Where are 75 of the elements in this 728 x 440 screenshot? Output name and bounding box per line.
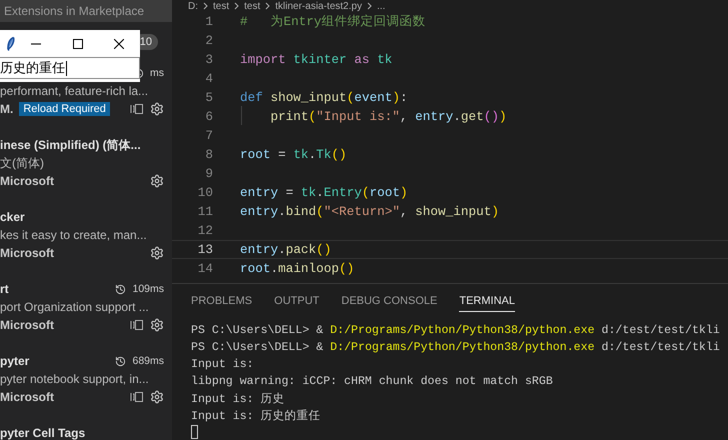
code-line: # 为Entry组件绑定回调函数	[240, 13, 426, 30]
extension-description: port Organization support ...	[0, 300, 149, 314]
terminal-line: PS C:\Users\DELL> & D:/Programs/Python/Python38/python.exe d:/test/test/tkli	[191, 341, 720, 354]
panel-tab[interactable]: OUTPUT	[274, 290, 320, 312]
line-number: 3	[204, 52, 213, 67]
line-number: 10	[196, 185, 213, 200]
breadcrumb-item[interactable]: D:	[188, 0, 198, 12]
feather-icon	[6, 36, 16, 52]
extension-title: pyter Cell Tags	[0, 426, 86, 440]
breadcrumb-item[interactable]: ...	[376, 0, 386, 12]
code-line: entry.bind("<Return>", show_input)	[240, 204, 499, 219]
code-line: print("Input is:", entry.get())	[240, 109, 507, 124]
breadcrumb-item[interactable]: test	[213, 0, 230, 12]
reload-badge[interactable]: Reload Required	[19, 102, 110, 116]
split-window-icon[interactable]	[130, 391, 144, 403]
publisher-name: Microsoft	[0, 174, 54, 188]
publisher-name: M.	[0, 102, 14, 116]
line-number: 1	[204, 14, 213, 29]
terminal-line: libpng warning: iCCP: cHRM chunk does not match sRGB	[191, 375, 553, 388]
chevron-icon	[203, 2, 208, 10]
breadcrumb-item[interactable]: tkliner-asia-test2.py	[275, 0, 362, 12]
terminal-cursor	[191, 425, 198, 439]
panel-tab[interactable]: PROBLEMS	[191, 290, 252, 312]
line-number: 13	[196, 242, 213, 257]
publisher-name: Microsoft	[0, 390, 54, 404]
activation-time: 689ms	[132, 355, 164, 367]
code-line: root.mainloop()	[240, 261, 354, 276]
line-number: 12	[196, 223, 213, 238]
activation-time: ms	[150, 67, 164, 79]
line-number: 9	[204, 166, 213, 181]
terminal-line: Input is: 历史的重任	[191, 408, 321, 423]
publisher-name: Microsoft	[0, 246, 54, 260]
code-line: def show_input(event):	[240, 90, 408, 105]
breadcrumb-item[interactable]: test	[244, 0, 260, 12]
publisher-name: Microsoft	[0, 318, 54, 332]
chevron-icon	[234, 2, 240, 10]
split-window-icon[interactable]	[130, 319, 144, 331]
history-icon	[115, 356, 126, 366]
line-number: 8	[204, 147, 213, 162]
line-number: 4	[204, 71, 213, 86]
settings-icon[interactable]	[150, 390, 164, 404]
extension-description: pyter notebook support, in...	[0, 372, 149, 386]
entry-field[interactable]: 历史的重任	[0, 57, 140, 79]
activation-time: 109ms	[132, 283, 164, 295]
extension-description: performant, feature-rich la...	[0, 84, 148, 98]
line-number: 11	[196, 204, 213, 219]
history-icon	[115, 284, 126, 294]
line-number: 7	[204, 128, 213, 143]
extension-title: cker	[0, 210, 26, 224]
split-window-icon[interactable]	[130, 103, 144, 115]
terminal-line: Input is:	[191, 358, 254, 371]
code-line: entry.pack()	[240, 242, 332, 257]
code-line: entry = tk.Entry(root)	[240, 185, 408, 200]
search-field[interactable]: Extensions in Marketplace	[0, 0, 172, 22]
chevron-icon	[366, 2, 372, 10]
panel-tab[interactable]: DEBUG CONSOLE	[341, 290, 438, 312]
settings-icon[interactable]	[150, 174, 164, 188]
extension-title: pyter	[0, 354, 30, 368]
panel-tab[interactable]: TERMINAL	[459, 290, 515, 312]
line-number: 14	[196, 261, 213, 276]
chevron-icon	[265, 2, 270, 10]
terminal-line: PS C:\Users\DELL> & D:/Programs/Python/Python38/python.exe d:/test/test/tkli	[191, 324, 720, 337]
code-line: root = tk.Tk()	[240, 147, 347, 162]
extension-description: kes it easy to create, man...	[0, 228, 147, 242]
extension-description: 文(简体)	[0, 154, 44, 172]
settings-icon[interactable]	[150, 246, 164, 260]
terminal-line: Input is: 历史	[191, 392, 285, 406]
extension-title: inese (Simplified) (简体...	[0, 136, 142, 154]
settings-icon[interactable]	[150, 318, 164, 332]
line-number: 6	[204, 109, 213, 124]
extension-title: rt	[0, 282, 10, 296]
line-number: 5	[204, 90, 213, 105]
code-line: import tkinter as tk	[240, 52, 392, 67]
settings-icon[interactable]	[150, 102, 164, 116]
line-number: 2	[204, 33, 213, 48]
